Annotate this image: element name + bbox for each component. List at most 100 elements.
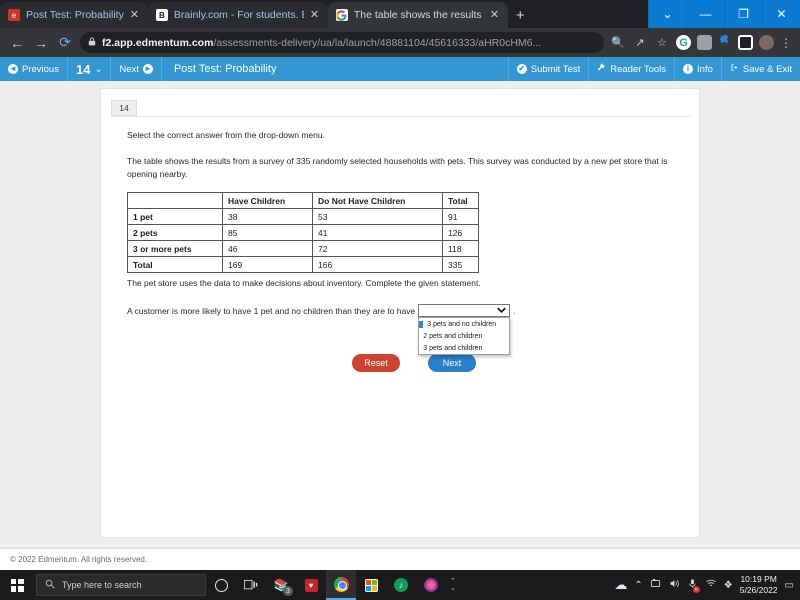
- cell-2pets-total: 126: [442, 224, 479, 242]
- browser-tab-0[interactable]: e Post Test: Probability ✕: [0, 2, 148, 28]
- next-button[interactable]: Next: [428, 354, 476, 372]
- wrench-icon: [597, 63, 606, 75]
- grammarly-extension-icon[interactable]: G: [676, 35, 691, 50]
- back-button[interactable]: ←: [8, 35, 26, 51]
- iheartradio-icon[interactable]: ♥: [296, 570, 326, 600]
- spotify-icon[interactable]: ♪: [386, 570, 416, 600]
- cell-2pets-have-children: 85: [222, 224, 313, 242]
- volume-icon[interactable]: [668, 578, 680, 592]
- taskbar-scroll-arrows[interactable]: ⌃ ⌄: [446, 578, 460, 592]
- tab-search-icon[interactable]: ⌄: [648, 0, 686, 28]
- task-view-icon[interactable]: [236, 570, 266, 600]
- reset-button[interactable]: Reset: [352, 354, 400, 372]
- cortana-icon[interactable]: [206, 570, 236, 600]
- info-label: Info: [697, 63, 713, 75]
- generic-extension-icon[interactable]: [697, 35, 712, 50]
- dropbox-icon[interactable]: ❖: [724, 580, 733, 591]
- close-tab-2-icon[interactable]: ✕: [490, 9, 502, 21]
- new-tab-button[interactable]: +: [508, 7, 533, 28]
- profile-avatar-icon[interactable]: [759, 35, 774, 50]
- row-label-3-or-more-pets: 3 or more pets: [127, 240, 223, 258]
- submit-test-button[interactable]: ✔ Submit Test: [507, 57, 588, 81]
- answer-select-box[interactable]: [418, 304, 511, 318]
- microsoft-store-icon[interactable]: [356, 570, 386, 600]
- itunes-icon[interactable]: [416, 570, 446, 600]
- row-label-1-pet: 1 pet: [127, 208, 223, 226]
- save-and-exit-button[interactable]: Save & Exit: [720, 57, 800, 81]
- taskbar-clock[interactable]: 10:19 PM 5/26/2022: [740, 574, 778, 596]
- reload-button[interactable]: ⟳: [56, 34, 74, 51]
- browser-tab-2-title: The table shows the results from: [353, 9, 484, 21]
- cell-1pet-have-children: 38: [222, 208, 313, 226]
- close-tab-1-icon[interactable]: ✕: [310, 9, 322, 21]
- system-tray: ☁ ⌃ ✕ ❖ 10:19 PM 5/26/2022 ▭: [614, 574, 800, 596]
- table-header-no-children: Do Not Have Children: [312, 192, 443, 210]
- question-number-badge: 14: [111, 100, 137, 116]
- notifications-icon[interactable]: ▭: [785, 580, 794, 591]
- sidebar-extension-icon[interactable]: [738, 35, 753, 50]
- next-question-button[interactable]: Next ►: [111, 57, 162, 81]
- browser-tab-0-title: Post Test: Probability: [26, 9, 124, 21]
- browser-tab-1[interactable]: B Brainly.com - For students. By stu ✕: [147, 2, 328, 28]
- reader-tools-button[interactable]: Reader Tools: [588, 57, 674, 81]
- taskbar-search-input[interactable]: Type here to search: [36, 574, 206, 596]
- row-label-2-pets: 2 pets: [127, 224, 223, 242]
- copyright-text: © 2022 Edmentum. All rights reserved.: [10, 555, 148, 564]
- close-tab-0-icon[interactable]: ✕: [130, 9, 142, 21]
- dropdown-option-1[interactable]: 3 pets and no children: [423, 321, 496, 328]
- clock-date: 5/26/2022: [739, 585, 778, 595]
- lock-icon: [88, 37, 96, 48]
- share-icon[interactable]: ↗: [632, 36, 648, 49]
- windows-logo-icon: [10, 578, 24, 592]
- cell-3pets-have-children: 46: [222, 240, 313, 258]
- next-label: Next: [119, 63, 139, 75]
- start-button[interactable]: [0, 570, 34, 600]
- wifi-icon[interactable]: [705, 578, 717, 592]
- answer-dropdown-options[interactable]: 3 pets and no children 2 pets and childr…: [418, 317, 511, 356]
- save-and-exit-label: Save & Exit: [742, 63, 792, 75]
- table-row: 1 pet 38 53 91: [127, 208, 479, 226]
- dropdown-option-2[interactable]: 2 pets and children: [419, 333, 482, 340]
- table-header-corner: [127, 192, 223, 210]
- screen-capture-icon[interactable]: [650, 578, 661, 592]
- answer-dropdown[interactable]: 3 pets and no children 2 pets and childr…: [418, 304, 511, 356]
- window-controls: ⌄ — ❐ ✕: [648, 0, 800, 28]
- browser-toolbar: ← → ⟳ f2.app.edmentum.com/assessments-de…: [0, 28, 800, 57]
- table-header-have-children: Have Children: [222, 192, 313, 210]
- info-button[interactable]: i Info: [674, 57, 721, 81]
- muted-badge-icon: ✕: [692, 586, 700, 593]
- previous-arrow-icon: ◄: [8, 64, 18, 74]
- question-number-selector[interactable]: 14 ⌄: [68, 57, 112, 81]
- question-card: 14 Select the correct answer from the dr…: [100, 88, 700, 538]
- address-bar[interactable]: f2.app.edmentum.com/assessments-delivery…: [80, 32, 604, 53]
- browser-tab-strip: e Post Test: Probability ✕ B Brainly.com…: [0, 0, 800, 28]
- minimize-button[interactable]: —: [686, 0, 724, 28]
- survey-results-table: Have Children Do Not Have Children Total…: [127, 192, 479, 274]
- zoom-search-icon[interactable]: 🔍: [610, 36, 626, 49]
- dropdown-option-3[interactable]: 3 pets and children: [419, 345, 482, 352]
- microphone-muted-icon[interactable]: ✕: [687, 578, 700, 593]
- cell-total-have-children: 169: [222, 256, 313, 274]
- books-icon[interactable]: 📚 3: [266, 570, 296, 600]
- chevron-down-icon: [497, 307, 507, 315]
- url-host: f2.app.edmentum.com: [102, 36, 214, 49]
- onedrive-cloud-icon[interactable]: ☁: [614, 577, 627, 593]
- search-icon: [45, 579, 55, 591]
- cell-1pet-total: 91: [442, 208, 479, 226]
- browser-tab-2[interactable]: The table shows the results from ✕: [327, 2, 508, 28]
- chrome-menu-icon[interactable]: ⋮: [780, 36, 792, 50]
- maximize-button[interactable]: ❐: [724, 0, 762, 28]
- puzzle-extensions-icon[interactable]: [718, 34, 732, 51]
- show-hidden-icons-chevron[interactable]: ⌃: [634, 580, 642, 591]
- previous-question-button[interactable]: ◄ Previous: [0, 57, 68, 81]
- bookmark-star-icon[interactable]: ☆: [654, 36, 670, 49]
- forward-button[interactable]: →: [32, 35, 50, 51]
- url-path: /assessments-delivery/ua/la/launch/48881…: [213, 36, 542, 49]
- browser-window: e Post Test: Probability ✕ B Brainly.com…: [0, 0, 800, 600]
- page-content-area: 14 Select the correct answer from the dr…: [0, 81, 800, 548]
- close-window-button[interactable]: ✕: [762, 0, 800, 28]
- chrome-icon[interactable]: [326, 570, 356, 600]
- cell-total-no-children: 166: [312, 256, 443, 274]
- submit-test-label: Submit Test: [530, 63, 581, 75]
